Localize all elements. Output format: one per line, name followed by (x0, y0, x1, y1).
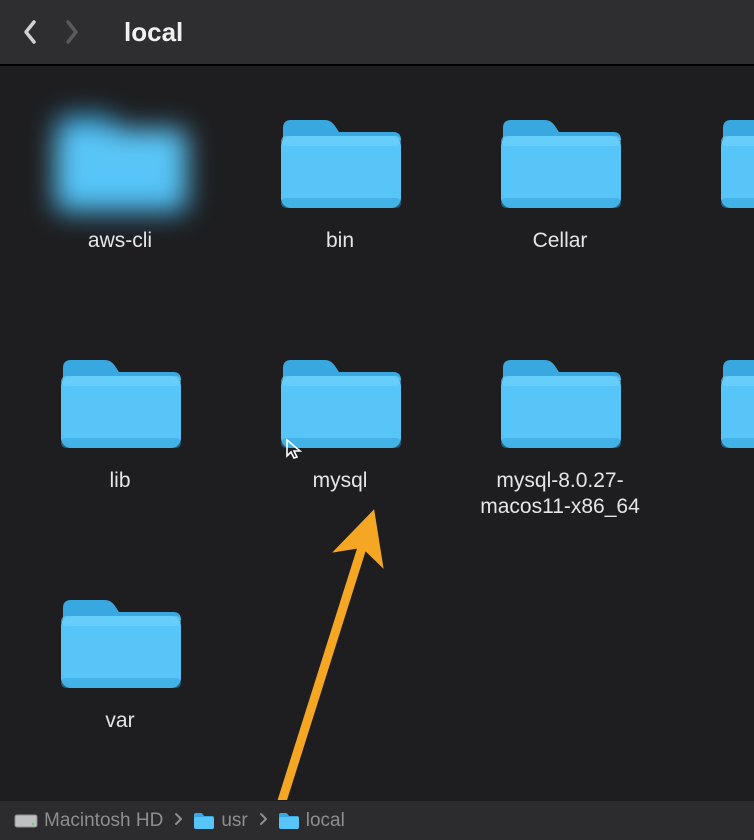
folder-item-bin[interactable]: bin (240, 106, 440, 306)
path-separator-icon (173, 810, 183, 832)
folder-icon (715, 106, 754, 214)
path-segment-label: Macintosh HD (44, 810, 163, 832)
window-title: local (124, 17, 183, 48)
folder-item-aws-cli[interactable]: aws-cli (20, 106, 220, 306)
content-area: aws-cli bin Cellar lib mysql mysql-8.0.2… (0, 66, 754, 800)
folder-mini-icon (278, 812, 300, 830)
toolbar: local (0, 0, 754, 66)
folder-label: lib (109, 468, 130, 494)
folder-item-var[interactable]: var (20, 586, 220, 786)
folder-icon (495, 106, 625, 214)
folder-label: var (105, 708, 134, 734)
back-button[interactable] (18, 20, 42, 44)
folder-icon (55, 346, 185, 454)
folder-item-lib[interactable]: lib (20, 346, 220, 546)
folder-item-mysql[interactable]: mysql (240, 346, 440, 546)
folder-icon (275, 346, 405, 454)
folder-icon (715, 346, 754, 454)
folder-item-partial-3[interactable] (680, 106, 754, 306)
folder-item-mysql-8.0.27-macos11-x86_64[interactable]: mysql-8.0.27-macos11-x86_64 (460, 346, 660, 546)
path-segment-local[interactable]: local (278, 810, 345, 832)
folder-mini-icon (193, 812, 215, 830)
folder-icon (275, 106, 405, 214)
folder-grid: aws-cli bin Cellar lib mysql mysql-8.0.2… (20, 106, 734, 786)
path-separator-icon (258, 810, 268, 832)
chevron-left-icon (21, 18, 39, 46)
folder-label: mysql-8.0.27-macos11-x86_64 (470, 468, 650, 521)
path-segment-label: usr (221, 810, 247, 832)
folder-icon (55, 586, 185, 694)
pathbar: Macintosh HD usr local (0, 800, 754, 840)
path-segment-usr[interactable]: usr (193, 810, 247, 832)
folder-label: aws-cli (88, 228, 152, 254)
folder-icon (495, 346, 625, 454)
forward-button[interactable] (60, 20, 84, 44)
folder-label: Cellar (533, 228, 588, 254)
path-segment-label: local (306, 810, 345, 832)
chevron-right-icon (63, 18, 81, 46)
harddrive-icon (14, 812, 38, 830)
folder-item-partial-7[interactable] (680, 346, 754, 546)
folder-label: mysql (313, 468, 368, 494)
folder-label: bin (326, 228, 354, 254)
folder-icon (55, 106, 185, 214)
path-segment-macintosh-hd[interactable]: Macintosh HD (14, 810, 163, 832)
folder-item-Cellar[interactable]: Cellar (460, 106, 660, 306)
